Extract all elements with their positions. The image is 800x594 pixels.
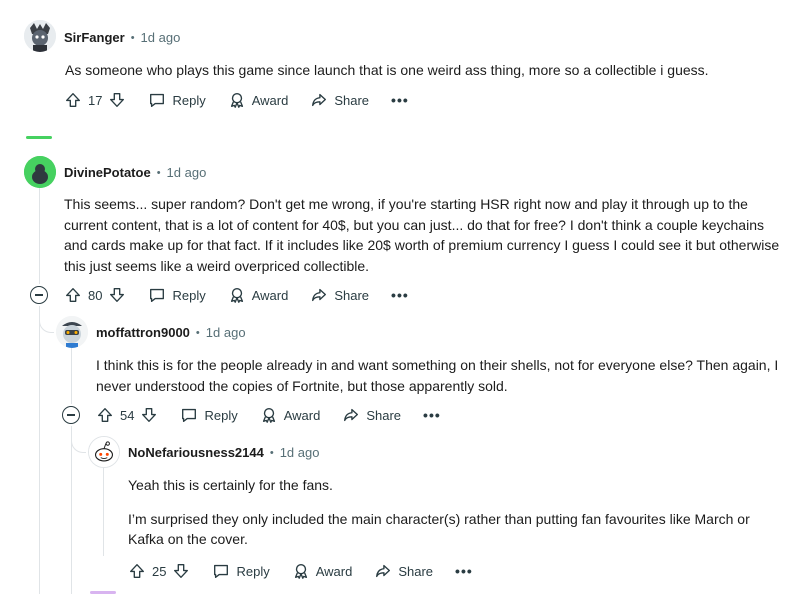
- reply-button[interactable]: Reply: [180, 406, 238, 424]
- author-name[interactable]: moffattron9000: [96, 325, 190, 340]
- comment-paragraph: I’m surprised they only included the mai…: [128, 510, 750, 548]
- reply-icon: [212, 562, 230, 580]
- comment-actions: 25 Reply Award Share •••: [128, 559, 473, 583]
- reply-label: Reply: [236, 563, 270, 579]
- downvote-icon[interactable]: [108, 91, 126, 109]
- vote-group: 25: [128, 562, 190, 580]
- comment-paragraph: I think this is for the people already i…: [96, 357, 779, 394]
- reply-icon: [148, 286, 166, 304]
- award-button[interactable]: Award: [228, 286, 289, 304]
- comment-actions: 17 Reply Award Share •••: [64, 88, 409, 112]
- award-icon: [292, 562, 310, 580]
- share-button[interactable]: Share: [310, 91, 369, 109]
- vote-group: 17: [64, 91, 126, 109]
- comment-meta: moffattron9000 • 1d ago: [96, 325, 246, 340]
- timestamp[interactable]: 1d ago: [280, 445, 320, 460]
- separator-dot: •: [269, 446, 274, 459]
- downvote-icon[interactable]: [108, 286, 126, 304]
- downvote-icon[interactable]: [172, 562, 190, 580]
- avatar[interactable]: [24, 156, 56, 188]
- upvote-icon[interactable]: [64, 286, 82, 304]
- comment-paragraph: As someone who plays this game since lau…: [65, 62, 709, 78]
- thread-line: [71, 426, 72, 594]
- reply-icon: [148, 91, 166, 109]
- reply-label: Reply: [172, 92, 206, 108]
- award-icon: [228, 91, 246, 109]
- separator-dot: •: [195, 326, 200, 339]
- separator-dot: •: [156, 166, 161, 179]
- reply-icon: [180, 406, 198, 424]
- next-avatar-edge: [26, 136, 52, 139]
- award-button[interactable]: Award: [228, 91, 289, 109]
- reply-label: Reply: [172, 287, 206, 303]
- award-icon: [228, 286, 246, 304]
- award-button[interactable]: Award: [292, 562, 353, 580]
- upvote-icon[interactable]: [128, 562, 146, 580]
- author-name[interactable]: NoNefariousness2144: [128, 445, 264, 460]
- reply-button[interactable]: Reply: [212, 562, 270, 580]
- share-icon: [374, 562, 392, 580]
- upvote-icon[interactable]: [64, 91, 82, 109]
- collapse-thread-button[interactable]: [62, 406, 80, 424]
- comment-body: I think this is for the people already i…: [96, 355, 786, 396]
- collapse-thread-button[interactable]: [30, 286, 48, 304]
- share-icon: [310, 91, 328, 109]
- author-name[interactable]: SirFanger: [64, 30, 125, 45]
- comment-actions: 80 Reply Award Share •••: [64, 283, 409, 307]
- more-options-button[interactable]: •••: [391, 92, 409, 108]
- downvote-icon[interactable]: [140, 406, 158, 424]
- comment-meta: DivinePotatoe • 1d ago: [64, 165, 206, 180]
- more-options-button[interactable]: •••: [423, 407, 441, 423]
- comment-body: Yeah this is certainly for the fans. I’m…: [128, 475, 778, 550]
- vote-group: 80: [64, 286, 126, 304]
- share-label: Share: [366, 407, 402, 423]
- vote-count: 17: [88, 92, 103, 108]
- vote-group: 54: [96, 406, 158, 424]
- avatar[interactable]: [24, 20, 56, 52]
- thread-connector: [71, 438, 86, 453]
- share-button[interactable]: Share: [342, 406, 401, 424]
- reply-button[interactable]: Reply: [148, 91, 206, 109]
- more-options-button[interactable]: •••: [455, 563, 473, 579]
- timestamp[interactable]: 1d ago: [141, 30, 181, 45]
- author-name[interactable]: DivinePotatoe: [64, 165, 151, 180]
- timestamp[interactable]: 1d ago: [206, 325, 246, 340]
- reply-label: Reply: [204, 407, 238, 423]
- share-label: Share: [334, 287, 370, 303]
- award-label: Award: [251, 92, 289, 108]
- award-icon: [260, 406, 278, 424]
- avatar[interactable]: [56, 316, 88, 348]
- vote-count: 80: [88, 287, 103, 303]
- avatar[interactable]: [88, 436, 120, 468]
- award-label: Award: [315, 563, 353, 579]
- award-label: Award: [251, 287, 289, 303]
- thread-connector: [39, 318, 54, 333]
- comment-actions: 54 Reply Award Share •••: [96, 403, 441, 427]
- thread-line: [39, 188, 40, 284]
- thread-line: [103, 468, 104, 556]
- timestamp[interactable]: 1d ago: [167, 165, 207, 180]
- comment-paragraph: Yeah this is certainly for the fans.: [128, 477, 333, 493]
- share-button[interactable]: Share: [310, 286, 369, 304]
- reply-button[interactable]: Reply: [148, 286, 206, 304]
- thread-line: [39, 306, 40, 594]
- more-options-button[interactable]: •••: [391, 287, 409, 303]
- comment-meta: NoNefariousness2144 • 1d ago: [128, 445, 319, 460]
- vote-count: 54: [120, 407, 135, 423]
- award-label: Award: [283, 407, 321, 423]
- award-button[interactable]: Award: [260, 406, 321, 424]
- vote-count: 25: [152, 563, 167, 579]
- share-icon: [342, 406, 360, 424]
- share-button[interactable]: Share: [374, 562, 433, 580]
- thread-line: [71, 348, 72, 404]
- comment-meta: SirFanger • 1d ago: [64, 30, 180, 45]
- comment-paragraph: This seems... super random? Don't get me…: [64, 196, 780, 274]
- upvote-icon[interactable]: [96, 406, 114, 424]
- comment-body: As someone who plays this game since lau…: [65, 60, 780, 81]
- share-label: Share: [334, 92, 370, 108]
- separator-dot: •: [130, 31, 135, 44]
- comment-body: This seems... super random? Don't get me…: [64, 194, 786, 276]
- share-icon: [310, 286, 328, 304]
- share-label: Share: [398, 563, 434, 579]
